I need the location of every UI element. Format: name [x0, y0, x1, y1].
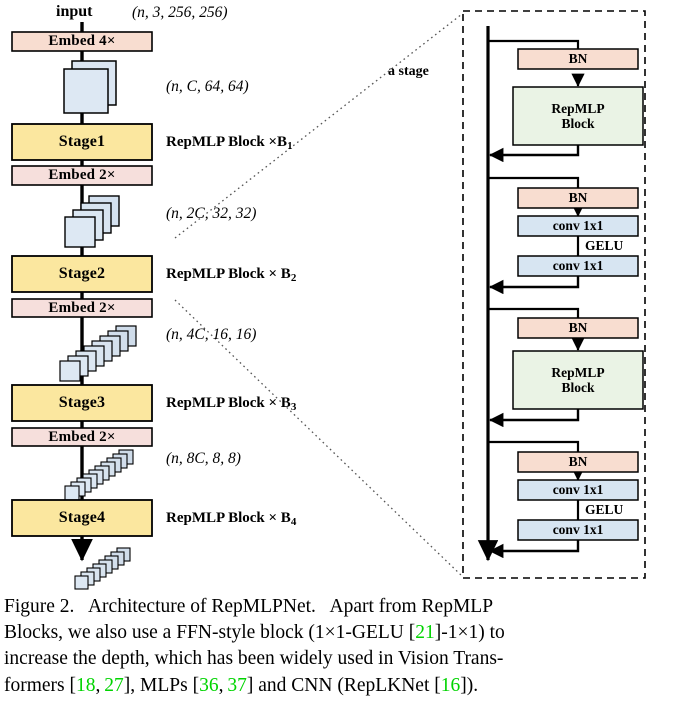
stage1-annotation-text: RepMLP Block ×B	[166, 134, 288, 150]
embed2-label: Embed 2×	[48, 167, 116, 183]
stage3-label: Stage3	[58, 394, 106, 411]
stage4-label: Stage4	[58, 509, 106, 526]
stage3-annotation: RepMLP Block × B3	[166, 395, 296, 413]
tensor1-shape-label: (n, C, 64, 64)	[166, 78, 249, 95]
stage4-annotation-text: RepMLP Block × B	[166, 510, 291, 526]
tensor4-shape-label: (n, 8C, 8, 8)	[166, 450, 241, 467]
caption-line-2: Blocks, we also use a FFN-style block (1…	[4, 622, 505, 644]
repmlp-1-line1: RepMLP	[551, 100, 605, 116]
tensor1-stack	[63, 60, 117, 114]
figure-panel: input (n, 3, 256, 256) Embed 4× (n, C, 6…	[0, 0, 681, 590]
stage4-annotation: RepMLP Block × B4	[166, 510, 296, 528]
gelu-2-label: GELU	[585, 502, 624, 517]
embed1-label: Embed 4×	[48, 33, 116, 49]
conv-1-label: conv 1x1	[552, 218, 604, 234]
caption-line-1: Figure 2. Architecture of RepMLPNet. Apa…	[4, 596, 494, 617]
input-shape-label: (n, 3, 256, 256)	[132, 4, 228, 21]
a-stage-callout-label: a stage	[388, 64, 429, 79]
bn-4-label: BN	[568, 454, 588, 470]
stage2-annotation-sub: 2	[290, 272, 297, 284]
repmlp-2-line2: Block	[561, 380, 595, 395]
stage3-annotation-sub: 3	[290, 401, 297, 413]
citation-16[interactable]: 16	[441, 675, 461, 696]
stage1-annotation-sub: 1	[287, 140, 293, 152]
embed4-label: Embed 2×	[48, 428, 116, 445]
citation-37[interactable]: 37	[227, 675, 247, 696]
stage1-annotation: RepMLP Block ×B1	[166, 134, 293, 152]
citation-36[interactable]: 36	[199, 675, 219, 696]
tensor4-stack	[64, 449, 134, 501]
stage2-annotation: RepMLP Block × B2	[166, 266, 296, 284]
citation-27[interactable]: 27	[104, 675, 124, 696]
stage1-label: Stage1	[58, 133, 106, 150]
repmlp-1-label: RepMLP Block	[513, 87, 643, 145]
stage3-annotation-text: RepMLP Block × B	[166, 395, 291, 411]
bn-2-label: BN	[568, 190, 588, 206]
caption-line-4: formers [18, 27], MLPs [36, 37] and CNN …	[4, 674, 479, 696]
conv-3-label: conv 1x1	[552, 482, 604, 498]
repmlp-2-label: RepMLP Block	[513, 351, 643, 409]
tensor2-stack	[64, 195, 120, 248]
conv-2-label: conv 1x1	[552, 258, 604, 274]
citation-18[interactable]: 18	[76, 675, 96, 696]
gelu-1-label: GELU	[585, 238, 624, 253]
repmlp-1-line2: Block	[561, 116, 595, 131]
stage4-annotation-sub: 4	[290, 516, 297, 528]
stage2-label: Stage2	[58, 265, 106, 282]
tensor3-stack	[59, 325, 137, 382]
stage2-annotation-text: RepMLP Block × B	[166, 266, 291, 282]
embed3-label: Embed 2×	[48, 299, 116, 316]
tensor3-shape-label: (n, 4C, 16, 16)	[166, 326, 257, 343]
callout-lines	[174, 13, 463, 577]
figure-caption: Figure 2. Architecture of RepMLPNet. Apa…	[4, 594, 678, 699]
conv-4-label: conv 1x1	[552, 522, 604, 538]
input-label: input	[56, 3, 93, 20]
caption-line-3: increase the depth, which has been widel…	[4, 648, 504, 670]
tensor2-shape-label: (n, 2C, 32, 32)	[166, 205, 257, 222]
repmlp-2-line1: RepMLP	[551, 364, 605, 380]
bn-1-label: BN	[568, 51, 588, 67]
bn-3-label: BN	[568, 320, 588, 336]
citation-21[interactable]: 21	[415, 622, 435, 643]
